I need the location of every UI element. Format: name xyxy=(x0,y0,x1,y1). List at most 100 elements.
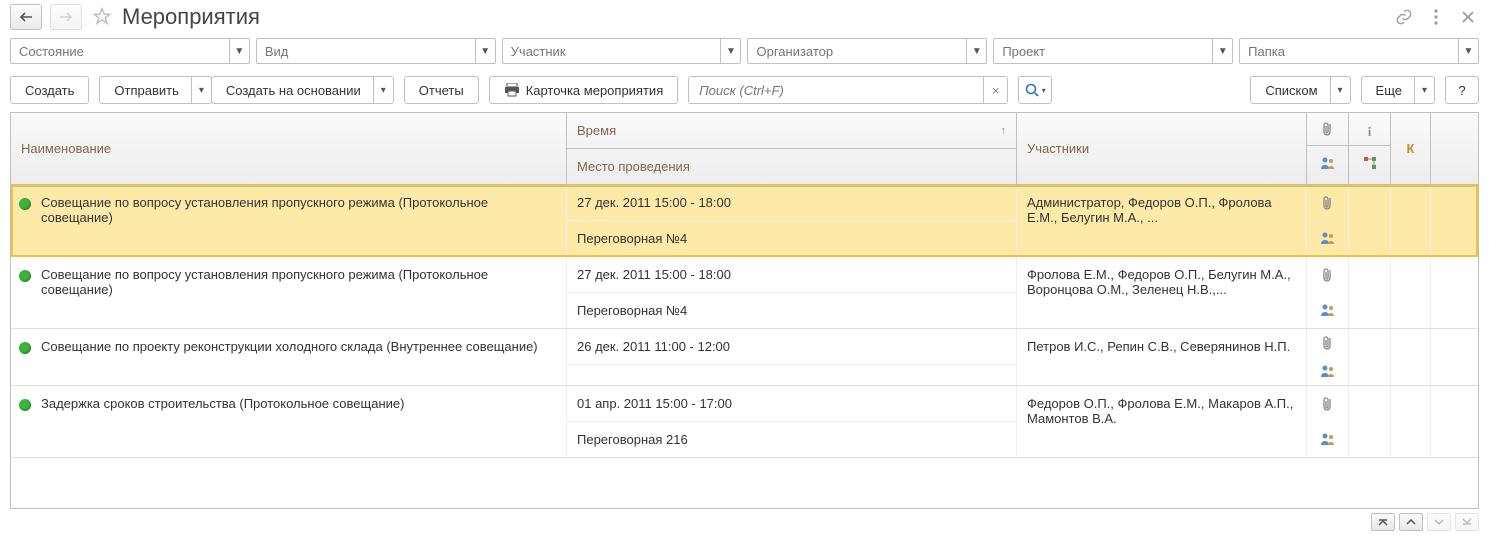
send-label: Отправить xyxy=(114,83,178,98)
cell-k xyxy=(1391,386,1431,457)
chevron-down-icon[interactable]: ▼ xyxy=(229,39,249,63)
paperclip-icon xyxy=(1307,329,1348,357)
kebab-menu-icon[interactable] xyxy=(1425,6,1447,28)
table-row[interactable]: Совещание по вопросу установления пропус… xyxy=(11,257,1478,329)
cell-flag xyxy=(1349,329,1391,385)
table-row[interactable]: Совещание по вопросу установления пропус… xyxy=(11,185,1478,257)
col-header-attach[interactable] xyxy=(1307,113,1349,184)
list-label: Списком xyxy=(1265,83,1317,98)
people-icon xyxy=(1307,293,1348,329)
nav-back-button[interactable] xyxy=(10,4,42,30)
row-place-text: Переговорная №4 xyxy=(567,221,1016,256)
scroll-top-button[interactable] xyxy=(1371,513,1395,531)
scroll-up-button[interactable] xyxy=(1399,513,1423,531)
grid-header: Наименование Время↑ Место проведения Уча… xyxy=(11,113,1478,185)
col-header-flag[interactable]: ¡ xyxy=(1349,113,1391,184)
reports-label: Отчеты xyxy=(419,83,464,98)
send-button[interactable]: Отправить ▾ xyxy=(99,76,211,104)
cell-attach xyxy=(1307,257,1349,328)
create-based-button[interactable]: Создать на основании ▾ xyxy=(211,76,394,104)
filter-type-input[interactable] xyxy=(257,44,475,59)
event-card-label: Карточка мероприятия xyxy=(526,83,664,98)
chevron-down-icon[interactable]: ▼ xyxy=(720,39,740,63)
col-header-name[interactable]: Наименование xyxy=(11,113,567,184)
cell-flag xyxy=(1349,257,1391,328)
filter-organizer[interactable]: ▼ xyxy=(747,38,987,64)
cell-name: Задержка сроков строительства (Протоколь… xyxy=(11,386,567,457)
status-dot-icon xyxy=(19,399,31,411)
people-icon xyxy=(1307,422,1348,458)
help-button[interactable]: ? xyxy=(1445,76,1479,104)
cell-time-place: 26 дек. 2011 11:00 - 12:00 xyxy=(567,329,1017,385)
filter-participant[interactable]: ▼ xyxy=(502,38,742,64)
cell-flag xyxy=(1349,386,1391,457)
filter-folder-input[interactable] xyxy=(1240,44,1458,59)
create-based-label: Создать на основании xyxy=(226,83,361,98)
link-icon[interactable] xyxy=(1393,6,1415,28)
row-time-text: 01 апр. 2011 15:00 - 17:00 xyxy=(567,386,1016,422)
paperclip-icon xyxy=(1307,386,1348,422)
filter-project-input[interactable] xyxy=(994,44,1212,59)
reports-button[interactable]: Отчеты xyxy=(404,76,479,104)
chevron-down-icon[interactable]: ▾ xyxy=(191,77,211,103)
search-input[interactable] xyxy=(689,83,983,98)
filter-status[interactable]: ▼ xyxy=(10,38,250,64)
titlebar: Мероприятия xyxy=(0,0,1489,34)
more-button[interactable]: Еще ▾ xyxy=(1361,76,1435,104)
row-time-text: 27 дек. 2011 15:00 - 18:00 xyxy=(567,257,1016,293)
cell-time-place: 27 дек. 2011 15:00 - 18:00Переговорная №… xyxy=(567,257,1017,328)
status-dot-icon xyxy=(19,270,31,282)
chevron-down-icon[interactable]: ▾ xyxy=(1414,77,1434,103)
paperclip-icon xyxy=(1307,257,1348,293)
close-icon[interactable] xyxy=(1457,6,1479,28)
row-place-text: Переговорная №4 xyxy=(567,293,1016,328)
create-button[interactable]: Создать xyxy=(10,76,89,104)
filter-status-input[interactable] xyxy=(11,44,229,59)
filter-type[interactable]: ▼ xyxy=(256,38,496,64)
filter-project[interactable]: ▼ xyxy=(993,38,1233,64)
scroll-bottom-button[interactable] xyxy=(1455,513,1479,531)
chevron-down-icon[interactable]: ▼ xyxy=(1212,39,1232,63)
search-clear-button[interactable]: × xyxy=(983,77,1007,103)
col-header-k[interactable]: К xyxy=(1391,113,1431,184)
list-view-button[interactable]: Списком ▾ xyxy=(1250,76,1350,104)
paperclip-icon xyxy=(1307,185,1348,221)
favorite-star-icon[interactable] xyxy=(90,5,114,29)
chevron-down-icon[interactable]: ▾ xyxy=(373,77,393,103)
cell-participants: Петров И.С., Репин С.В., Северянинов Н.П… xyxy=(1017,329,1307,385)
filter-organizer-input[interactable] xyxy=(748,44,966,59)
people-icon xyxy=(1319,156,1337,170)
scroll-controls xyxy=(0,509,1489,535)
filter-participant-input[interactable] xyxy=(503,44,721,59)
filter-folder[interactable]: ▼ xyxy=(1239,38,1479,64)
chevron-down-icon[interactable]: ▾ xyxy=(1330,77,1350,103)
chevron-down-icon[interactable]: ▼ xyxy=(475,39,495,63)
page-title: Мероприятия xyxy=(122,4,260,30)
cell-participants: Администратор, Федоров О.П., Фролова Е.М… xyxy=(1017,185,1307,256)
search-button[interactable]: ▾ xyxy=(1018,76,1052,104)
cell-attach xyxy=(1307,185,1349,256)
scroll-down-button[interactable] xyxy=(1427,513,1451,531)
cell-flag xyxy=(1349,185,1391,256)
row-place-text xyxy=(567,365,1016,385)
row-name-text: Совещание по вопросу установления пропус… xyxy=(41,267,556,318)
more-label: Еще xyxy=(1376,83,1402,98)
search-box: × xyxy=(688,76,1008,104)
people-icon xyxy=(1307,221,1348,257)
cell-time-place: 01 апр. 2011 15:00 - 17:00Переговорная 2… xyxy=(567,386,1017,457)
table-row[interactable]: Совещание по проекту реконструкции холод… xyxy=(11,329,1478,386)
table-row[interactable]: Задержка сроков строительства (Протоколь… xyxy=(11,386,1478,458)
chevron-down-icon[interactable]: ▼ xyxy=(966,39,986,63)
col-header-time[interactable]: Время↑ xyxy=(567,113,1016,149)
cell-participants: Федоров О.П., Фролова Е.М., Макаров А.П.… xyxy=(1017,386,1307,457)
people-icon xyxy=(1307,357,1348,385)
grid-footer xyxy=(11,458,1478,508)
col-header-place[interactable]: Место проведения xyxy=(567,149,1016,184)
cell-attach xyxy=(1307,329,1349,385)
nav-forward-button[interactable] xyxy=(50,4,82,30)
help-label: ? xyxy=(1458,83,1465,98)
event-card-button[interactable]: Карточка мероприятия xyxy=(489,76,679,104)
chevron-down-icon[interactable]: ▼ xyxy=(1458,39,1478,63)
col-header-participants[interactable]: Участники xyxy=(1017,113,1307,184)
printer-icon xyxy=(504,83,520,97)
